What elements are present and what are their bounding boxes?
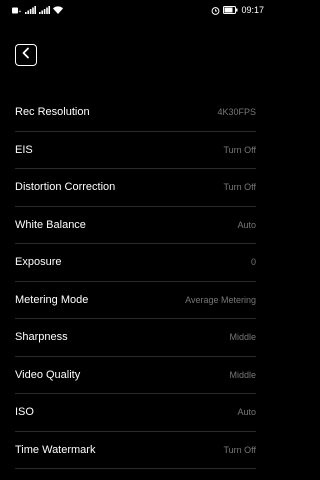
setting-row-iso[interactable]: ISO Auto [15, 394, 256, 432]
settings-list: Rec Resolution 4K30FPS EIS Turn Off Dist… [0, 94, 270, 469]
setting-row-video-quality[interactable]: Video Quality Middle [15, 357, 256, 394]
setting-label: Rec Resolution [15, 106, 90, 119]
setting-value: 4K30FPS [217, 107, 256, 118]
setting-value: Middle [229, 332, 256, 343]
setting-value: Auto [237, 407, 256, 418]
setting-value: Turn Off [223, 144, 256, 155]
setting-row-sharpness[interactable]: Sharpness Middle [15, 319, 256, 357]
status-bar-left: + [12, 6, 63, 14]
setting-row-eis[interactable]: EIS Turn Off [15, 132, 256, 169]
status-bar: + 09:17 [0, 0, 270, 20]
setting-value: Turn Off [223, 182, 256, 193]
wifi-icon [53, 6, 63, 14]
svg-text:+: + [19, 9, 22, 14]
setting-label: ISO [15, 406, 34, 419]
setting-row-time-watermark[interactable]: Time Watermark Turn Off [15, 432, 256, 469]
setting-label: White Balance [15, 218, 86, 231]
setting-row-distortion-correction[interactable]: Distortion Correction Turn Off [15, 169, 256, 207]
chevron-left-icon [21, 46, 31, 64]
back-button[interactable] [15, 44, 37, 66]
setting-label: Sharpness [15, 331, 68, 344]
setting-label: Distortion Correction [15, 181, 116, 194]
setting-row-white-balance[interactable]: White Balance Auto [15, 207, 256, 244]
setting-label: Time Watermark [15, 443, 96, 456]
setting-label: Exposure [15, 256, 62, 269]
signal-icon [25, 6, 36, 14]
battery-icon [223, 6, 238, 14]
setting-value: Auto [237, 219, 256, 230]
setting-value: Turn Off [223, 444, 256, 455]
setting-row-rec-resolution[interactable]: Rec Resolution 4K30FPS [15, 94, 256, 132]
status-bar-right: 09:17 [211, 5, 264, 15]
setting-value: Middle [229, 369, 256, 380]
sim-icon: + [12, 7, 22, 14]
setting-label: EIS [15, 143, 33, 156]
setting-label: Metering Mode [15, 293, 89, 306]
setting-row-metering-mode[interactable]: Metering Mode Average Metering [15, 282, 256, 319]
setting-value: Average Metering [185, 294, 256, 305]
setting-row-exposure[interactable]: Exposure 0 [15, 244, 256, 282]
setting-value: 0 [250, 257, 256, 268]
signal-icon [39, 6, 50, 14]
setting-label: Video Quality [15, 368, 81, 381]
status-time: 09:17 [241, 5, 264, 15]
alarm-icon [211, 6, 220, 15]
